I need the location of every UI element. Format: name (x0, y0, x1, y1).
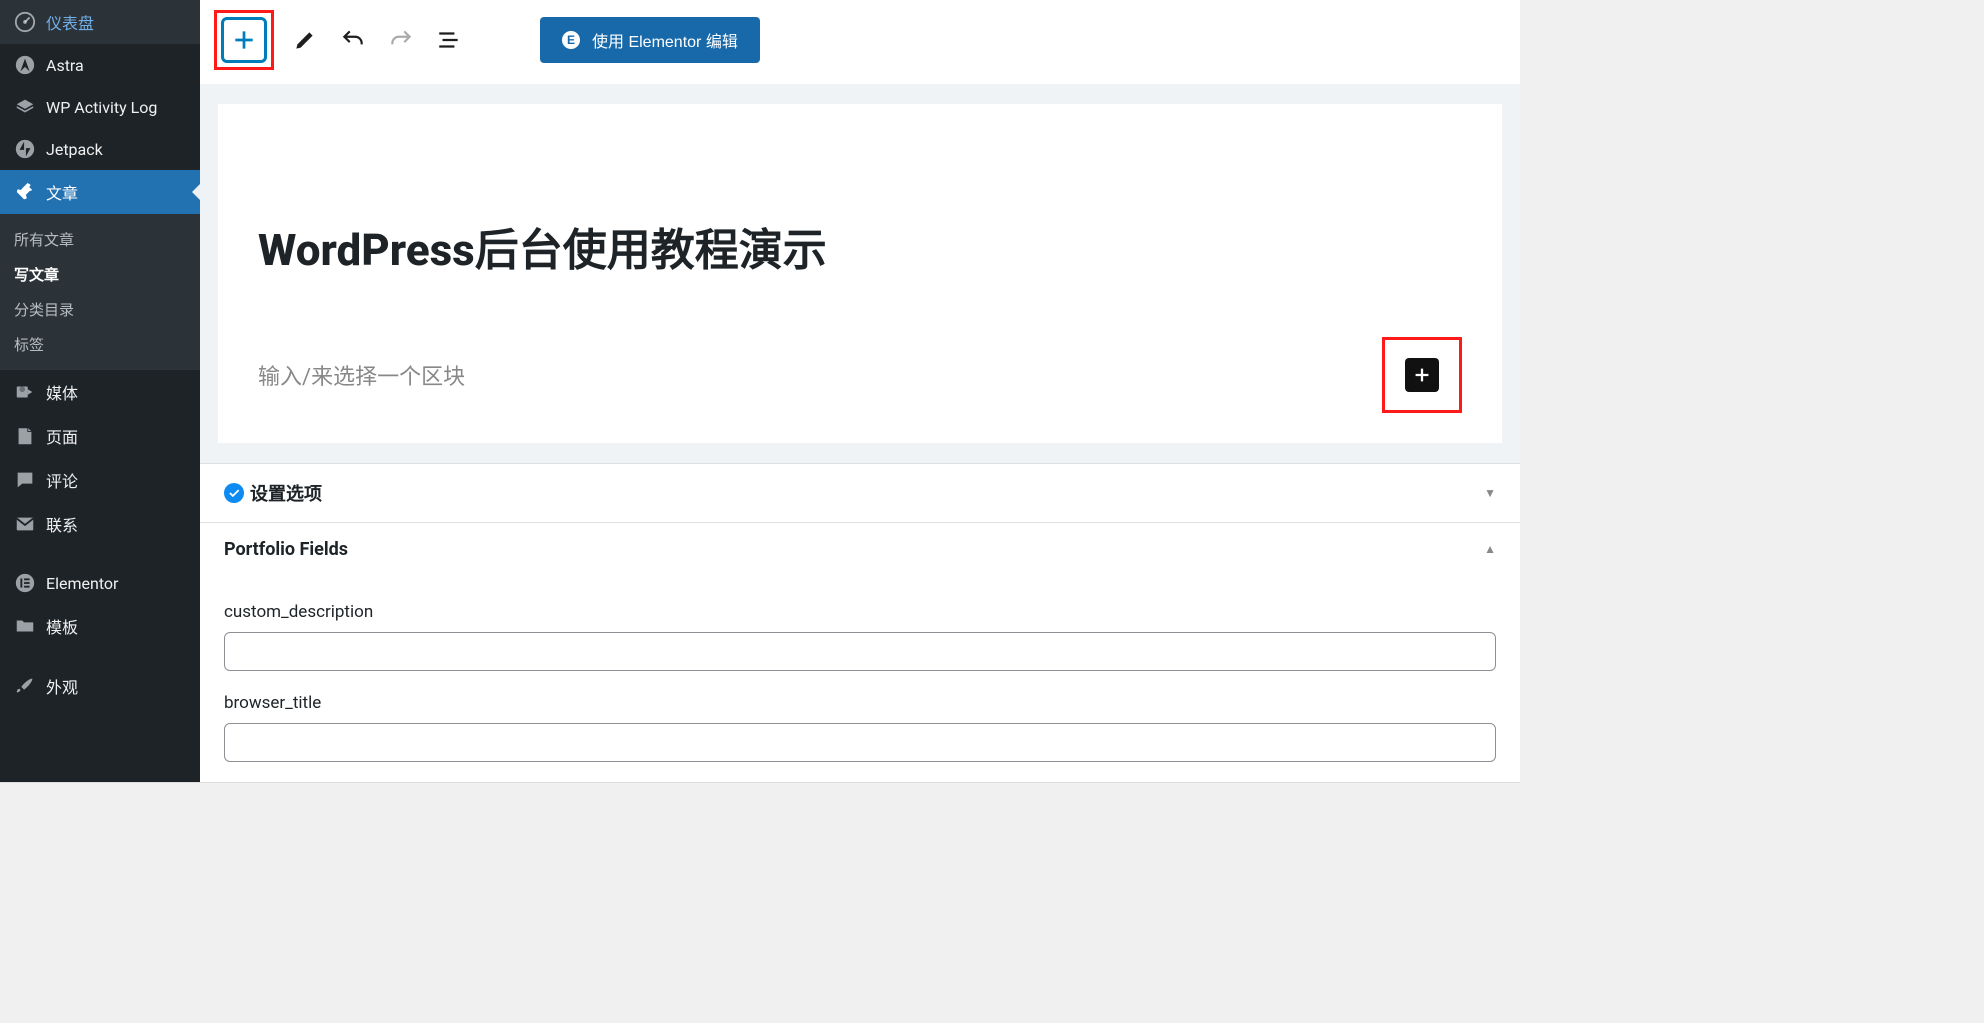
block-placeholder-text[interactable]: 输入/来选择一个区块 (258, 359, 465, 391)
sidebar-item-media[interactable]: 媒体 (0, 370, 200, 414)
admin-sidebar: 仪表盘 Astra WP Activity Log Jetpack 文章 (0, 0, 200, 782)
sidebar-item-astra[interactable]: Astra (0, 44, 200, 86)
post-title[interactable]: WordPress后台使用教程演示 (258, 224, 1462, 277)
jetpack-icon (14, 138, 36, 160)
sidebar-item-label: Elementor (46, 574, 118, 593)
mail-icon (14, 513, 36, 535)
edit-with-elementor-button[interactable]: E 使用 Elementor 编辑 (540, 17, 760, 63)
sidebar-item-label: 文章 (46, 180, 78, 204)
annotation-highlight-add-block (214, 10, 274, 70)
edit-mode-button[interactable] (288, 23, 322, 57)
eye-icon (14, 96, 36, 118)
sidebar-item-jetpack[interactable]: Jetpack (0, 128, 200, 170)
elementor-badge-icon: E (562, 31, 580, 49)
editor-canvas-wrap: WordPress后台使用教程演示 输入/来选择一个区块 (200, 84, 1520, 463)
elementor-icon (14, 572, 36, 594)
field-input-custom-description[interactable] (224, 632, 1496, 671)
elementor-button-label: 使用 Elementor 编辑 (592, 28, 738, 52)
chevron-up-icon: ▲ (1484, 542, 1496, 556)
sidebar-item-comments[interactable]: 评论 (0, 458, 200, 502)
sidebar-item-appearance[interactable]: 外观 (0, 664, 200, 708)
dashboard-icon (14, 11, 36, 33)
panel-portfolio[interactable]: Portfolio Fields ▲ (200, 522, 1520, 576)
sidebar-item-label: Astra (46, 56, 84, 75)
sidebar-item-elementor[interactable]: Elementor (0, 562, 200, 604)
pin-icon (14, 181, 36, 203)
editor-canvas[interactable]: WordPress后台使用教程演示 输入/来选择一个区块 (218, 104, 1502, 443)
sidebar-item-activity-log[interactable]: WP Activity Log (0, 86, 200, 128)
sidebar-item-contact[interactable]: 联系 (0, 502, 200, 546)
sidebar-item-templates[interactable]: 模板 (0, 604, 200, 648)
sidebar-item-label: 页面 (46, 424, 78, 448)
sidebar-item-label: 仪表盘 (46, 10, 94, 34)
panel-settings-title: 设置选项 (250, 480, 322, 506)
sidebar-sub-new-post[interactable]: 写文章 (0, 257, 200, 292)
add-block-button[interactable] (221, 17, 267, 63)
field-input-browser-title[interactable] (224, 723, 1496, 762)
sidebar-item-label: 媒体 (46, 380, 78, 404)
undo-button[interactable] (336, 23, 370, 57)
check-badge-icon (224, 483, 244, 503)
inline-add-block-button[interactable] (1405, 358, 1439, 392)
field-label-browser-title: browser_title (224, 693, 1496, 713)
sidebar-item-pages[interactable]: 页面 (0, 414, 200, 458)
sidebar-item-posts[interactable]: 文章 (0, 170, 200, 214)
sidebar-item-label: 外观 (46, 674, 78, 698)
sidebar-item-dashboard[interactable]: 仪表盘 (0, 0, 200, 44)
sidebar-sub-tags[interactable]: 标签 (0, 327, 200, 362)
redo-button[interactable] (384, 23, 418, 57)
page-icon (14, 425, 36, 447)
sidebar-sub-categories[interactable]: 分类目录 (0, 292, 200, 327)
media-icon (14, 381, 36, 403)
annotation-highlight-inline-add (1382, 337, 1462, 413)
brush-icon (14, 675, 36, 697)
folder-icon (14, 615, 36, 637)
sidebar-submenu-posts: 所有文章 写文章 分类目录 标签 (0, 214, 200, 370)
sidebar-sub-all-posts[interactable]: 所有文章 (0, 222, 200, 257)
panel-portfolio-title: Portfolio Fields (224, 539, 348, 560)
document-outline-button[interactable] (432, 23, 466, 57)
editor-main: E 使用 Elementor 编辑 WordPress后台使用教程演示 输入/来… (200, 0, 1520, 782)
field-label-custom-description: custom_description (224, 602, 1496, 622)
astra-icon (14, 54, 36, 76)
panel-portfolio-body: custom_description browser_title (200, 576, 1520, 782)
sidebar-item-label: WP Activity Log (46, 98, 157, 117)
editor-toolbar: E 使用 Elementor 编辑 (200, 0, 1520, 84)
sidebar-item-label: Jetpack (46, 140, 103, 159)
sidebar-item-label: 模板 (46, 614, 78, 638)
sidebar-item-label: 联系 (46, 512, 78, 536)
sidebar-item-label: 评论 (46, 468, 78, 492)
chevron-down-icon: ▼ (1484, 486, 1496, 500)
comment-icon (14, 469, 36, 491)
panel-settings[interactable]: 设置选项 ▼ (200, 463, 1520, 522)
